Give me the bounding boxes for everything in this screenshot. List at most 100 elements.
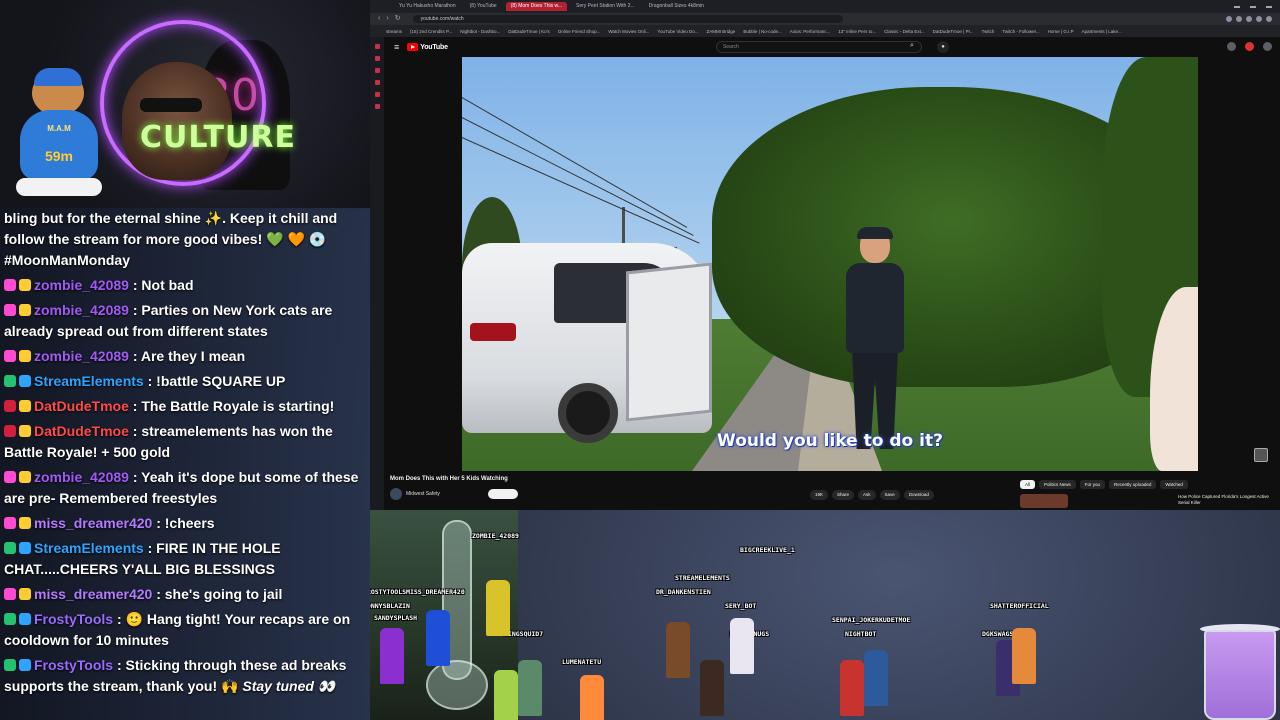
bookmark-item[interactable]: Classic - Delta Ext... <box>884 29 925 34</box>
extension-icon[interactable] <box>1246 16 1252 22</box>
bookmark-item[interactable]: streams <box>386 29 402 34</box>
browser-tab[interactable]: Dragonball Sizes 4k8min <box>644 2 709 11</box>
back-icon[interactable]: ‹ <box>378 13 380 25</box>
filter-chip[interactable]: Politics News <box>1039 480 1076 489</box>
browser-tab[interactable]: Yu Yu Hakusho Marathon <box>394 2 461 11</box>
bookmark-item[interactable]: Home | G.I.P <box>1048 29 1074 34</box>
bookmark-item[interactable]: DatDudeTmoe | Pr... <box>933 29 974 34</box>
chat-text: !battle SQUARE UP <box>156 373 286 389</box>
user-badge-icon <box>4 350 16 362</box>
avatar[interactable] <box>1263 42 1272 51</box>
user-badge-icon <box>19 471 31 483</box>
player-name-label: SHATTEROFFICIAL <box>990 602 1049 610</box>
chat-username[interactable]: zombie_42089 <box>34 469 129 485</box>
filter-chip[interactable]: Watched <box>1160 480 1188 489</box>
chat-username[interactable]: miss_dreamer420 <box>34 586 152 602</box>
user-badge-icon <box>19 425 31 437</box>
bookmark-item[interactable]: Online Friend Shop... <box>558 29 601 34</box>
video-action-button[interactable]: Download <box>903 490 934 500</box>
chat-text: bling but for the eternal shine ✨. Keep … <box>4 210 338 268</box>
chat-username[interactable]: DatDudeTmoe <box>34 398 129 414</box>
user-badge-icon <box>19 279 31 291</box>
channel-info[interactable]: Midwest Safety <box>390 488 440 500</box>
chat-username[interactable]: StreamElements <box>34 540 144 556</box>
video-action-button[interactable]: Share <box>832 490 855 500</box>
video-subtitle: Would you like to do it? <box>717 431 943 451</box>
video-player[interactable]: Would you like to do it? <box>462 57 1198 471</box>
side-app-icon[interactable] <box>374 92 380 97</box>
reload-icon[interactable]: ↻ <box>395 13 401 25</box>
side-app-icon[interactable] <box>374 104 380 109</box>
chat-username[interactable]: FrostyTools <box>34 611 113 627</box>
bookmark-item[interactable]: YouTube Video Do... <box>657 29 698 34</box>
youtube-header: ≡ YouTube Search ⌕ ● <box>384 37 1280 57</box>
bookmark-item[interactable]: Apartments | Lake... <box>1082 29 1122 34</box>
captions-icon[interactable] <box>1254 448 1268 462</box>
bookmark-item[interactable]: Bubble | No-code... <box>743 29 781 34</box>
chat-separator: : <box>143 373 157 389</box>
subscribe-button[interactable] <box>488 489 518 499</box>
video-action-button[interactable]: Save <box>879 490 900 500</box>
maximize-icon[interactable] <box>1250 5 1256 8</box>
side-app-icon[interactable] <box>374 68 380 73</box>
side-app-icon[interactable] <box>374 56 380 61</box>
game-character-sprite <box>864 650 888 706</box>
chat-message: DatDudeTmoe : streamelements has won the… <box>4 421 366 463</box>
filter-chip[interactable]: For you <box>1079 480 1106 489</box>
chat-username[interactable]: FrostyTools <box>34 657 113 673</box>
chat-username[interactable]: DatDudeTmoe <box>34 423 129 439</box>
chat-username[interactable]: zombie_42089 <box>34 348 129 364</box>
user-badge-icon <box>4 304 16 316</box>
url-field[interactable]: youtube.com/watch <box>412 15 843 23</box>
recommended-title[interactable]: How Police Captured Florida's Longest Ac… <box>1178 494 1274 506</box>
close-icon[interactable] <box>1266 5 1272 8</box>
microphone-icon[interactable]: ● <box>937 41 949 53</box>
player-name-label: DR_DANKENSTIEN <box>656 588 711 596</box>
extension-icon[interactable] <box>1236 16 1242 22</box>
forward-icon[interactable]: › <box>386 13 388 25</box>
chat-username[interactable]: zombie_42089 <box>34 277 129 293</box>
minimize-icon[interactable] <box>1234 5 1240 8</box>
search-input[interactable]: Search <box>716 41 922 53</box>
browser-tab[interactable]: (8) YouTube <box>465 2 502 11</box>
notifications-icon[interactable] <box>1245 42 1254 51</box>
profile-icon[interactable] <box>1266 16 1272 22</box>
side-app-icon[interactable] <box>374 44 380 49</box>
bookmark-item[interactable]: DatDudeTmoe | Ko's <box>508 29 550 34</box>
game-character-sprite <box>840 660 864 716</box>
chat-username[interactable]: miss_dreamer420 <box>34 515 152 531</box>
channel-name[interactable]: Midwest Safety <box>406 491 440 497</box>
menu-icon[interactable]: ≡ <box>394 42 399 52</box>
bookmark-item[interactable]: ZAMMI Bridge <box>707 29 736 34</box>
chat-username[interactable]: StreamElements <box>34 373 144 389</box>
browser-tab[interactable]: Sery Peet Station With 2... <box>571 2 640 11</box>
recommended-thumbnail[interactable] <box>1020 494 1068 508</box>
search-icon[interactable]: ⌕ <box>910 42 914 50</box>
browser-tab[interactable]: (8) Mom Does This w... <box>505 2 567 11</box>
bookmark-item[interactable]: 13" Inline Pers to... <box>838 29 876 34</box>
video-action-button[interactable]: 19K <box>810 490 829 500</box>
officer-uniform <box>846 263 904 353</box>
filter-chip[interactable]: All <box>1020 480 1036 489</box>
chat-separator: : <box>128 348 141 364</box>
extension-icon[interactable] <box>1226 16 1232 22</box>
bookmark-item[interactable]: Axios: Performanc... <box>790 29 831 34</box>
filter-chip[interactable]: Recently uploaded <box>1109 480 1157 489</box>
side-app-icon[interactable] <box>374 80 380 85</box>
video-action-button[interactable]: Ask <box>858 490 876 500</box>
bear-body <box>20 110 98 180</box>
upload-icon[interactable] <box>1227 42 1236 51</box>
channel-avatar[interactable] <box>390 488 402 500</box>
player-name-label: SERY_BOT <box>725 602 757 610</box>
bookmark-item[interactable]: Nightbot - Dashbo... <box>460 29 500 34</box>
chat-username[interactable]: zombie_42089 <box>34 302 129 318</box>
chat-text: she's going to jail <box>164 586 283 602</box>
user-badge-icon <box>19 400 31 412</box>
bookmark-item[interactable]: Twitch <box>982 29 995 34</box>
bear-mascot-overlay: M.A.M 59m <box>12 68 104 200</box>
bookmark-item[interactable]: Twitch - Follower... <box>1002 29 1039 34</box>
bookmark-item[interactable]: Watch Movies Onli... <box>608 29 649 34</box>
youtube-logo[interactable]: YouTube <box>407 43 448 51</box>
bookmark-item[interactable]: (15) 2nd Crendits P... <box>410 29 452 34</box>
extension-icon[interactable] <box>1256 16 1262 22</box>
